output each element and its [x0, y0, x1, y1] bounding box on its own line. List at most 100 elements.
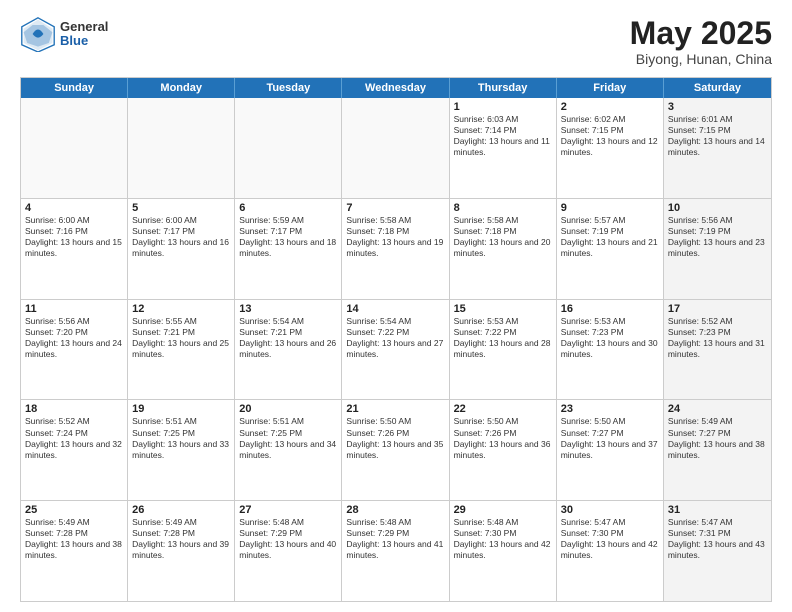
day-number: 30 [561, 504, 659, 516]
day-cell-17: 17Sunrise: 5:52 AMSunset: 7:23 PMDayligh… [664, 300, 771, 400]
day-number: 17 [668, 303, 767, 315]
page: General Blue May 2025 Biyong, Hunan, Chi… [0, 0, 792, 612]
logo-general-text: General [60, 20, 108, 34]
day-info: Sunrise: 5:56 AMSunset: 7:19 PMDaylight:… [668, 215, 767, 259]
day-cell-27: 27Sunrise: 5:48 AMSunset: 7:29 PMDayligh… [235, 501, 342, 601]
calendar-row-2: 4Sunrise: 6:00 AMSunset: 7:16 PMDaylight… [21, 198, 771, 299]
day-number: 1 [454, 101, 552, 113]
logo-text: General Blue [60, 20, 108, 49]
weekday-header-friday: Friday [557, 78, 664, 98]
calendar-header: SundayMondayTuesdayWednesdayThursdayFrid… [21, 78, 771, 98]
day-number: 27 [239, 504, 337, 516]
logo-blue-text: Blue [60, 34, 108, 48]
weekday-header-tuesday: Tuesday [235, 78, 342, 98]
day-cell-25: 25Sunrise: 5:49 AMSunset: 7:28 PMDayligh… [21, 501, 128, 601]
empty-cell-r0c1 [128, 98, 235, 198]
day-number: 24 [668, 403, 767, 415]
logo: General Blue [20, 16, 108, 52]
day-number: 13 [239, 303, 337, 315]
day-info: Sunrise: 6:00 AMSunset: 7:17 PMDaylight:… [132, 215, 230, 259]
day-cell-2: 2Sunrise: 6:02 AMSunset: 7:15 PMDaylight… [557, 98, 664, 198]
day-cell-9: 9Sunrise: 5:57 AMSunset: 7:19 PMDaylight… [557, 199, 664, 299]
day-cell-20: 20Sunrise: 5:51 AMSunset: 7:25 PMDayligh… [235, 400, 342, 500]
day-number: 8 [454, 202, 552, 214]
header: General Blue May 2025 Biyong, Hunan, Chi… [20, 16, 772, 67]
day-number: 23 [561, 403, 659, 415]
calendar-row-4: 18Sunrise: 5:52 AMSunset: 7:24 PMDayligh… [21, 399, 771, 500]
day-cell-10: 10Sunrise: 5:56 AMSunset: 7:19 PMDayligh… [664, 199, 771, 299]
day-number: 7 [346, 202, 444, 214]
weekday-header-monday: Monday [128, 78, 235, 98]
day-info: Sunrise: 5:53 AMSunset: 7:22 PMDaylight:… [454, 316, 552, 360]
day-info: Sunrise: 5:58 AMSunset: 7:18 PMDaylight:… [346, 215, 444, 259]
day-info: Sunrise: 5:48 AMSunset: 7:30 PMDaylight:… [454, 517, 552, 561]
day-info: Sunrise: 5:50 AMSunset: 7:26 PMDaylight:… [346, 416, 444, 460]
calendar-row-1: 1Sunrise: 6:03 AMSunset: 7:14 PMDaylight… [21, 98, 771, 198]
day-number: 29 [454, 504, 552, 516]
day-info: Sunrise: 5:54 AMSunset: 7:22 PMDaylight:… [346, 316, 444, 360]
calendar-row-5: 25Sunrise: 5:49 AMSunset: 7:28 PMDayligh… [21, 500, 771, 601]
day-number: 12 [132, 303, 230, 315]
day-cell-13: 13Sunrise: 5:54 AMSunset: 7:21 PMDayligh… [235, 300, 342, 400]
day-cell-24: 24Sunrise: 5:49 AMSunset: 7:27 PMDayligh… [664, 400, 771, 500]
day-cell-28: 28Sunrise: 5:48 AMSunset: 7:29 PMDayligh… [342, 501, 449, 601]
day-info: Sunrise: 5:49 AMSunset: 7:27 PMDaylight:… [668, 416, 767, 460]
day-number: 2 [561, 101, 659, 113]
day-info: Sunrise: 5:49 AMSunset: 7:28 PMDaylight:… [132, 517, 230, 561]
day-number: 31 [668, 504, 767, 516]
day-number: 20 [239, 403, 337, 415]
day-info: Sunrise: 5:58 AMSunset: 7:18 PMDaylight:… [454, 215, 552, 259]
day-cell-23: 23Sunrise: 5:50 AMSunset: 7:27 PMDayligh… [557, 400, 664, 500]
day-info: Sunrise: 5:53 AMSunset: 7:23 PMDaylight:… [561, 316, 659, 360]
calendar-body: 1Sunrise: 6:03 AMSunset: 7:14 PMDaylight… [21, 98, 771, 601]
day-info: Sunrise: 5:47 AMSunset: 7:31 PMDaylight:… [668, 517, 767, 561]
empty-cell-r0c3 [342, 98, 449, 198]
day-info: Sunrise: 5:54 AMSunset: 7:21 PMDaylight:… [239, 316, 337, 360]
day-cell-26: 26Sunrise: 5:49 AMSunset: 7:28 PMDayligh… [128, 501, 235, 601]
day-cell-15: 15Sunrise: 5:53 AMSunset: 7:22 PMDayligh… [450, 300, 557, 400]
calendar-row-3: 11Sunrise: 5:56 AMSunset: 7:20 PMDayligh… [21, 299, 771, 400]
day-number: 21 [346, 403, 444, 415]
day-number: 16 [561, 303, 659, 315]
day-cell-18: 18Sunrise: 5:52 AMSunset: 7:24 PMDayligh… [21, 400, 128, 500]
day-info: Sunrise: 6:00 AMSunset: 7:16 PMDaylight:… [25, 215, 123, 259]
day-number: 4 [25, 202, 123, 214]
day-number: 10 [668, 202, 767, 214]
day-info: Sunrise: 5:48 AMSunset: 7:29 PMDaylight:… [346, 517, 444, 561]
day-cell-12: 12Sunrise: 5:55 AMSunset: 7:21 PMDayligh… [128, 300, 235, 400]
weekday-header-saturday: Saturday [664, 78, 771, 98]
weekday-header-wednesday: Wednesday [342, 78, 449, 98]
day-cell-8: 8Sunrise: 5:58 AMSunset: 7:18 PMDaylight… [450, 199, 557, 299]
day-info: Sunrise: 5:47 AMSunset: 7:30 PMDaylight:… [561, 517, 659, 561]
day-cell-14: 14Sunrise: 5:54 AMSunset: 7:22 PMDayligh… [342, 300, 449, 400]
day-info: Sunrise: 6:02 AMSunset: 7:15 PMDaylight:… [561, 114, 659, 158]
day-info: Sunrise: 5:48 AMSunset: 7:29 PMDaylight:… [239, 517, 337, 561]
day-cell-5: 5Sunrise: 6:00 AMSunset: 7:17 PMDaylight… [128, 199, 235, 299]
weekday-header-sunday: Sunday [21, 78, 128, 98]
day-info: Sunrise: 6:01 AMSunset: 7:15 PMDaylight:… [668, 114, 767, 158]
day-number: 9 [561, 202, 659, 214]
day-number: 11 [25, 303, 123, 315]
empty-cell-r0c2 [235, 98, 342, 198]
day-info: Sunrise: 5:49 AMSunset: 7:28 PMDaylight:… [25, 517, 123, 561]
day-info: Sunrise: 5:50 AMSunset: 7:26 PMDaylight:… [454, 416, 552, 460]
day-cell-11: 11Sunrise: 5:56 AMSunset: 7:20 PMDayligh… [21, 300, 128, 400]
title-location: Biyong, Hunan, China [630, 51, 772, 67]
day-info: Sunrise: 5:52 AMSunset: 7:23 PMDaylight:… [668, 316, 767, 360]
day-cell-29: 29Sunrise: 5:48 AMSunset: 7:30 PMDayligh… [450, 501, 557, 601]
day-info: Sunrise: 5:51 AMSunset: 7:25 PMDaylight:… [239, 416, 337, 460]
day-number: 28 [346, 504, 444, 516]
weekday-header-thursday: Thursday [450, 78, 557, 98]
day-number: 14 [346, 303, 444, 315]
day-info: Sunrise: 5:50 AMSunset: 7:27 PMDaylight:… [561, 416, 659, 460]
day-number: 19 [132, 403, 230, 415]
day-info: Sunrise: 5:56 AMSunset: 7:20 PMDaylight:… [25, 316, 123, 360]
title-month: May 2025 [630, 16, 772, 51]
day-number: 25 [25, 504, 123, 516]
day-cell-6: 6Sunrise: 5:59 AMSunset: 7:17 PMDaylight… [235, 199, 342, 299]
day-number: 15 [454, 303, 552, 315]
day-number: 3 [668, 101, 767, 113]
day-number: 26 [132, 504, 230, 516]
day-number: 6 [239, 202, 337, 214]
title-block: May 2025 Biyong, Hunan, China [630, 16, 772, 67]
